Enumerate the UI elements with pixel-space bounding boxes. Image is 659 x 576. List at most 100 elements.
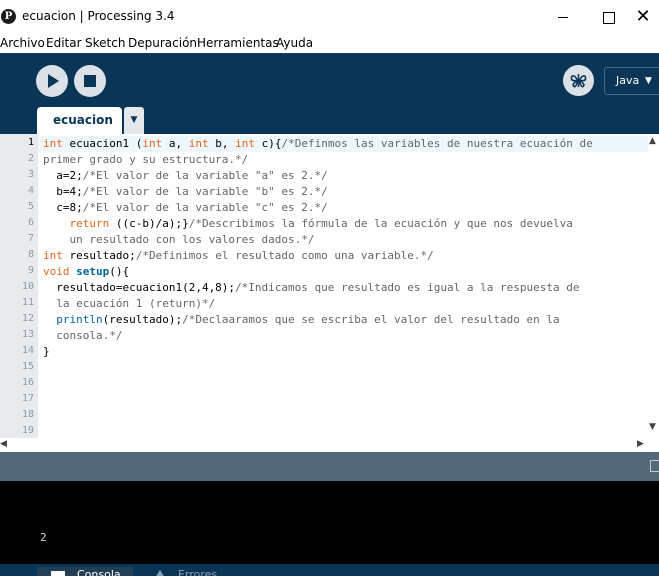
code-token: println — [56, 313, 103, 326]
line-number: 8 — [27, 249, 34, 260]
code-line[interactable]: return ((c-b)/a);}/*Describimos la fórmu… — [43, 216, 573, 232]
code-line[interactable]: a=2;/*El valor de la variable "a" es 2.*… — [43, 168, 328, 184]
code-token: c=8; — [43, 201, 83, 214]
code-token: /*Definimos el resultado como una variab… — [135, 249, 434, 262]
window-title: ecuacion | Processing 3.4 — [22, 9, 175, 23]
line-number: 3 — [27, 169, 34, 180]
code-token: (resultado); — [102, 313, 183, 326]
tab-console[interactable]: Consola — [37, 567, 133, 576]
code-line[interactable]: consola.*/ — [43, 328, 122, 344]
scroll-left-icon[interactable]: ◀ — [0, 439, 7, 449]
code-line[interactable]: void setup(){ — [43, 264, 129, 280]
line-number: 11 — [21, 297, 34, 308]
code-token: consola.*/ — [43, 329, 123, 342]
code-line[interactable]: int ecuacion1 (int a, int b, int c){/*De… — [43, 136, 593, 152]
mode-selector[interactable]: Java ▼ — [604, 67, 659, 95]
code-line[interactable]: c=8;/*El valor de la variable "c" es 2.*… — [43, 200, 328, 216]
code-token: a=2; — [43, 169, 83, 182]
line-number: 13 — [21, 329, 34, 340]
menu-ayuda[interactable]: Ayuda — [276, 36, 313, 50]
code-token: } — [43, 345, 50, 358]
tab-errors[interactable]: Errores — [136, 567, 232, 576]
code-token: b, — [208, 137, 236, 150]
code-line[interactable]: int resultado;/*Definimos el resultado c… — [43, 248, 434, 264]
debug-butterfly-icon[interactable] — [563, 65, 594, 96]
status-bar[interactable] — [0, 452, 659, 481]
toolbar: Java ▼ — [0, 53, 659, 107]
line-number: 15 — [21, 361, 34, 372]
menu-editar[interactable]: Editar — [46, 36, 82, 50]
butterfly-icon — [570, 74, 587, 88]
code-token: resultado; — [62, 249, 136, 262]
line-number: 4 — [27, 185, 34, 196]
code-token: primer grado y su estructura.*/ — [43, 153, 249, 166]
line-number: 16 — [21, 377, 34, 388]
menu-sketch[interactable]: Sketch — [85, 36, 125, 50]
scroll-right-icon[interactable]: ▶ — [637, 439, 644, 449]
tab-ecuacion[interactable]: ecuacion — [37, 107, 122, 134]
line-number: 18 — [21, 409, 34, 420]
sketch-tab-strip: ecuacion ▼ — [0, 107, 659, 134]
vertical-scrollbar[interactable]: ▲ ▼ — [648, 134, 659, 438]
code-line[interactable]: primer grado y su estructura.*/ — [43, 152, 248, 168]
code-token: setup — [76, 265, 110, 278]
code-token: /*Describimos la fórmula de la ecuación … — [188, 217, 573, 230]
code-token: /*El valor de la variable "a" es 2.*/ — [82, 169, 328, 182]
console-panel[interactable]: 2 — [0, 481, 659, 564]
tab-errors-label: Errores — [178, 568, 218, 576]
code-token: b=4; — [43, 185, 83, 198]
scroll-up-icon[interactable]: ▲ — [649, 136, 656, 146]
code-token: la ecuación 1 (return)*/ — [43, 297, 216, 310]
run-button[interactable] — [36, 65, 68, 97]
code-token: return — [69, 217, 110, 230]
code-token: /*El valor de la variable "c" es 2.*/ — [82, 201, 328, 214]
title-bar: P ecuacion | Processing 3.4 ✕ — [0, 0, 659, 34]
menu-depuracion[interactable]: Depuración — [128, 36, 197, 50]
code-line[interactable]: un resultado con los valores dados.*/ — [43, 232, 315, 248]
close-button[interactable]: ✕ — [620, 2, 659, 32]
code-token: /*Definmos las variables de nuestra ecua… — [281, 137, 593, 150]
code-token: int — [188, 137, 209, 150]
code-token: int — [142, 137, 163, 150]
code-token: /*Indicamos que resultado es igual a la … — [235, 281, 580, 294]
mode-label: Java — [616, 74, 640, 87]
code-line[interactable]: } — [43, 344, 50, 360]
line-number: 1 — [27, 137, 34, 148]
bottom-tab-bar: Consola Errores — [0, 564, 659, 576]
code-token: ((c-b)/a);} — [109, 217, 189, 230]
console-icon — [51, 571, 65, 576]
stop-button[interactable] — [74, 65, 106, 97]
scroll-down-icon[interactable]: ▼ — [649, 422, 656, 432]
line-number: 10 — [21, 281, 34, 292]
code-token: int — [43, 137, 63, 150]
line-number: 9 — [27, 265, 34, 276]
line-number: 5 — [27, 201, 34, 212]
code-line[interactable]: la ecuación 1 (return)*/ — [43, 296, 215, 312]
line-number: 17 — [21, 393, 34, 404]
line-number: 12 — [21, 313, 34, 324]
minimize-button[interactable] — [540, 2, 586, 32]
line-number: 19 — [21, 425, 34, 436]
warning-icon — [154, 570, 166, 576]
code-line[interactable]: b=4;/*El valor de la variable "b" es 2.*… — [43, 184, 328, 200]
chevron-down-icon: ▼ — [645, 76, 652, 86]
console-toggle-icon[interactable] — [650, 460, 659, 472]
horizontal-scrollbar[interactable]: ◀ ▶ — [0, 438, 659, 452]
code-token: (){ — [109, 265, 130, 278]
processing-logo-icon: P — [1, 9, 16, 24]
menu-archivo[interactable]: Archivo — [0, 36, 45, 50]
code-editor[interactable]: 1 2 3 4 5 6 7 8 9 10 11 12 13 14 15 16 17 18 19 int ecuaci… — [0, 134, 659, 438]
tab-menu-button[interactable]: ▼ — [124, 107, 144, 134]
code-token: int — [235, 137, 255, 150]
menu-herramientas[interactable]: Herramientas — [197, 36, 279, 50]
code-line[interactable]: println(resultado);/*Declaaramos que se … — [43, 312, 559, 328]
code-token: a, — [162, 137, 189, 150]
tab-console-label: Consola — [77, 568, 121, 576]
code-token: void — [43, 265, 70, 278]
code-token: un resultado con los valores dados.*/ — [43, 233, 315, 246]
code-token: /*El valor de la variable "b" es 2.*/ — [82, 185, 328, 198]
code-line[interactable]: resultado=ecuacion1(2,4,8);/*Indicamos q… — [43, 280, 579, 296]
line-number: 7 — [27, 233, 34, 244]
